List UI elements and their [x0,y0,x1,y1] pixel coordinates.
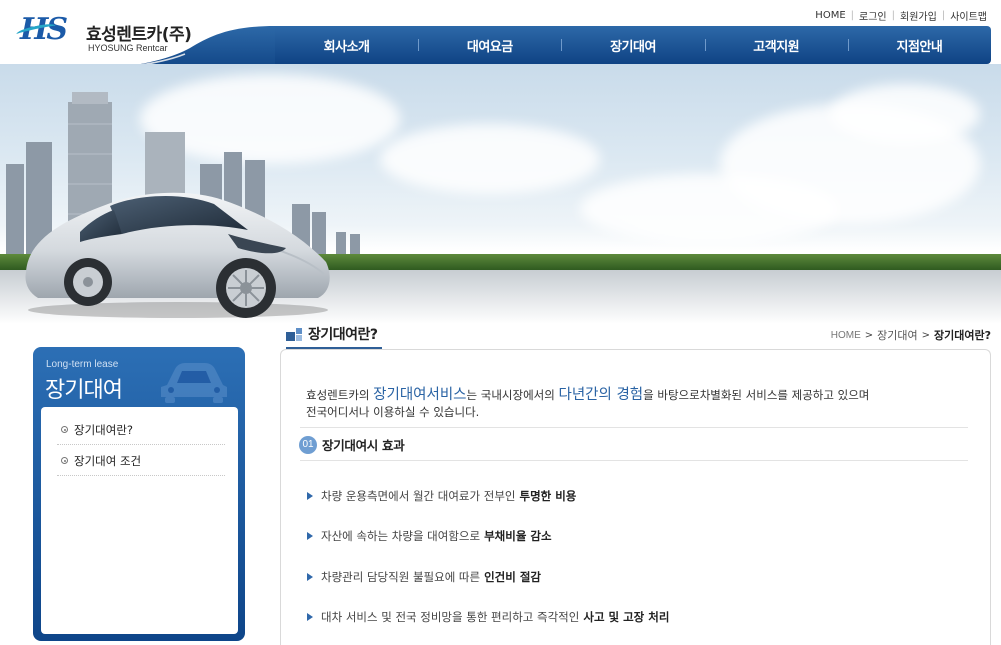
cloud [580,174,840,244]
benefit-text: 자산에 속하는 차량을 대여함으로 [321,529,481,543]
breadcrumb-current: 장기대여란? [934,329,991,342]
sidebar-menu-panel: 장기대여란? 장기대여 조건 [41,407,238,634]
divider [300,427,968,428]
gnb-branches[interactable]: 지점안내 [847,36,991,55]
page-title: 장기대여란? [308,327,378,343]
breadcrumb-arrow-icon: > [864,329,874,341]
sidebar-item-what-is-lease[interactable]: 장기대여란? [57,415,225,445]
main-visual-banner [0,64,1001,324]
divider [300,460,968,461]
cloud [380,124,600,194]
utility-links: HOME | 로그인 | 회원가입 | 사이트맵 [815,8,987,23]
intro-highlight-experience: 다년간의 경험 [558,387,644,403]
util-divider: | [941,10,946,21]
sidebar-subtitle: Long-term lease [46,359,119,370]
benefit-text: 차량관리 담당직원 불필요에 따른 [321,570,481,584]
section-heading: 01 장기대여시 효과 [299,435,405,454]
triangle-bullet-icon [307,573,313,581]
cloud [830,84,980,144]
triangle-bullet-icon [307,492,313,500]
util-login-link[interactable]: 로그인 [859,8,887,23]
benefit-highlight: 투명한 비용 [519,489,577,503]
benefit-item: 자산에 속하는 차량을 대여함으로 부채비율 감소 [307,528,552,544]
global-navigation: 회사소개 대여요금 장기대여 고객지원 지점안내 [275,26,991,64]
sidebar-title: 장기대여 [45,378,123,403]
util-home-link[interactable]: HOME [815,10,845,21]
intro-line-2: 전국어디서나 이용하실 수 있습니다. [306,405,480,419]
sidebar-item-label: 장기대여란? [74,422,134,437]
util-divider: | [850,10,855,21]
breadcrumb-section[interactable]: 장기대여 [877,327,917,343]
breadcrumb: HOME > 장기대여 > 장기대여란? [831,327,991,343]
section-title: 장기대여시 효과 [322,438,405,453]
intro-part: 는 국내시장에서의 [466,388,555,402]
benefit-item: 차량 운용측면에서 월간 대여료가 전부인 투명한 비용 [307,488,576,504]
breadcrumb-arrow-icon: > [921,329,931,341]
section-number-badge: 01 [299,435,317,454]
benefit-item: 차량관리 담당직원 불필요에 따른 인건비 절감 [307,569,541,585]
gnb-long-term-lease[interactable]: 장기대여 [561,36,704,55]
benefit-highlight: 사고 및 고장 처리 [583,610,670,624]
util-divider: | [891,10,895,21]
gnb-rates[interactable]: 대여요금 [418,36,561,55]
bullet-icon [61,426,68,433]
util-join-link[interactable]: 회원가입 [900,8,937,23]
gnb-customer-support[interactable]: 고객지원 [704,36,848,55]
car-icon [161,363,227,403]
page-heading: 장기대여란? HOME > 장기대여 > 장기대여란? [286,322,991,348]
triangle-bullet-icon [307,613,313,621]
triangle-bullet-icon [307,532,313,540]
benefit-text: 대차 서비스 및 전국 정비망을 통한 편리하고 즉각적인 [321,610,580,624]
title-squares-icon [286,328,302,341]
sidebar: Long-term lease 장기대여 장기대여란? 장기대여 조건 [33,347,245,641]
sidebar-item-label: 장기대여 조건 [74,453,142,468]
util-sitemap-link[interactable]: 사이트맵 [950,8,987,23]
benefit-item: 대차 서비스 및 전국 정비망을 통한 편리하고 즉각적인 사고 및 고장 처리 [307,609,669,625]
car-image [25,192,330,318]
intro-part: 효성렌트카의 [306,388,370,402]
sidebar-item-lease-conditions[interactable]: 장기대여 조건 [57,446,225,476]
intro-text: 효성렌트카의 장기대여서비스는 국내시장에서의 다년간의 경험을 바탕으로차별화… [306,387,971,421]
gnb-company[interactable]: 회사소개 [275,36,418,55]
bullet-icon [61,457,68,464]
content-panel: 효성렌트카의 장기대여서비스는 국내시장에서의 다년간의 경험을 바탕으로차별화… [280,349,991,645]
benefit-highlight: 부채비율 감소 [484,529,552,543]
benefit-text: 차량 운용측면에서 월간 대여료가 전부인 [321,489,516,503]
breadcrumb-home[interactable]: HOME [831,330,861,341]
benefit-highlight: 인건비 절감 [484,570,541,584]
intro-highlight-service: 장기대여서비스 [373,387,467,403]
intro-part: 을 바탕으로차별화된 서비스를 제공하고 있으며 [643,388,870,402]
